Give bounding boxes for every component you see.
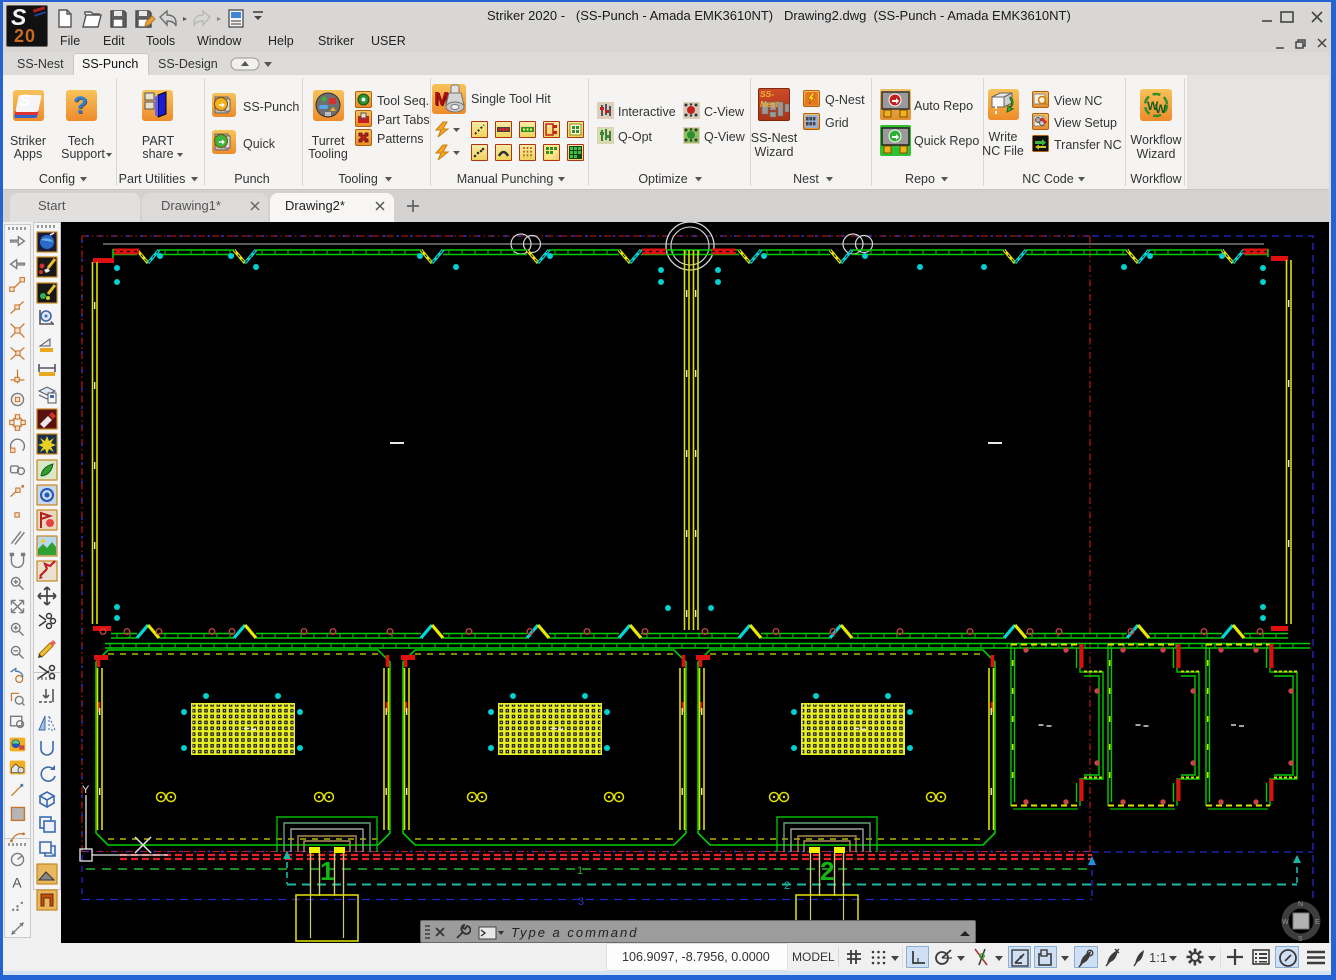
svg-text:2: 2 [820,856,834,886]
svg-text:E: E [1315,919,1320,926]
svg-text:W: W [1282,919,1289,926]
svg-text:Y: Y [82,784,90,796]
svg-text:S: S [1298,936,1303,943]
svg-text:N: N [1298,901,1303,908]
svg-text:1: 1 [320,856,334,886]
svg-text:A: A [12,875,22,891]
svg-text:1: 1 [577,865,583,877]
svg-text:3: 3 [578,896,584,908]
svg-text:W: W [1155,102,1167,116]
svg-text:2: 2 [784,880,790,892]
